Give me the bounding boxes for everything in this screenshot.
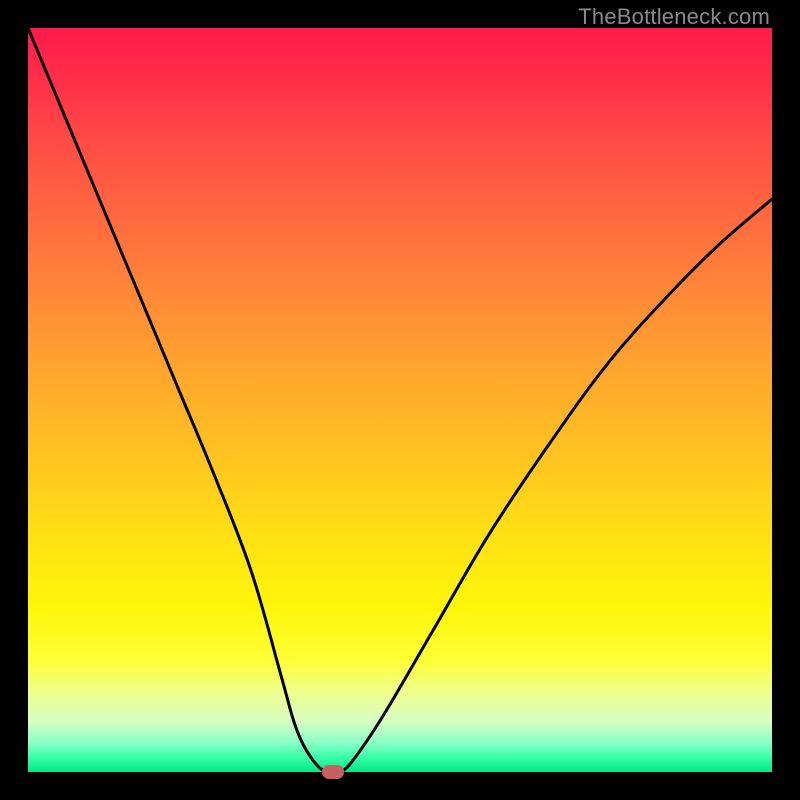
watermark-text: TheBottleneck.com — [578, 4, 770, 30]
plot-area — [28, 28, 772, 772]
bottleneck-curve — [28, 28, 772, 772]
chart-container: TheBottleneck.com — [0, 0, 800, 800]
optimum-marker — [322, 765, 344, 779]
